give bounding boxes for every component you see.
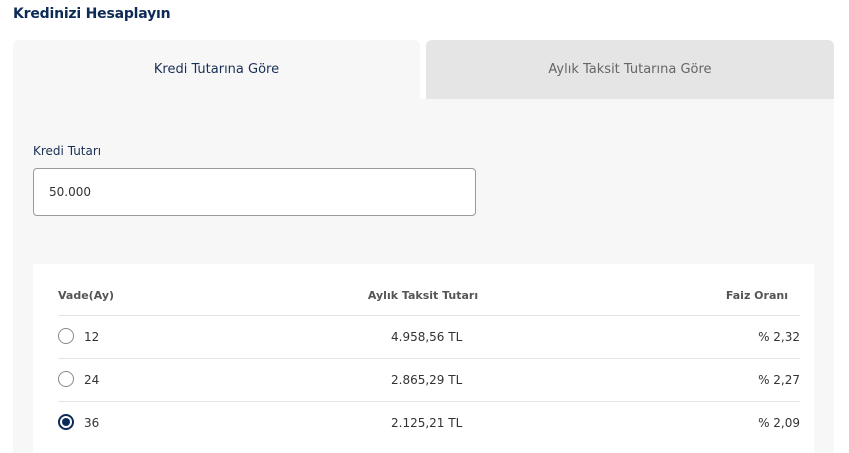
- interest-rate-value: % 2,09: [758, 416, 800, 430]
- tab-by-loan-amount[interactable]: Kredi Tutarına Göre: [13, 40, 420, 99]
- monthly-installment-value: 2.865,29 TL: [391, 373, 463, 387]
- tab-by-monthly-installment[interactable]: Aylık Taksit Tutarına Göre: [426, 40, 834, 99]
- calculator-panel: Kredi Tutarı Vade(Ay) Aylık Taksit Tutar…: [13, 99, 834, 453]
- monthly-installment-value: 2.125,21 TL: [391, 416, 463, 430]
- table-row[interactable]: 36 2.125,21 TL % 2,09: [58, 401, 800, 444]
- monthly-installment-value: 4.958,56 TL: [391, 330, 463, 344]
- page-title: Kredinizi Hesaplayın: [13, 6, 171, 22]
- installment-table: Vade(Ay) Aylık Taksit Tutarı Faiz Oranı …: [33, 264, 814, 453]
- term-radio-36[interactable]: [58, 414, 74, 430]
- table-row[interactable]: 12 4.958,56 TL % 2,32: [58, 315, 800, 358]
- term-radio-12[interactable]: [58, 328, 74, 344]
- loan-amount-label: Kredi Tutarı: [33, 144, 102, 158]
- term-value: 24: [84, 373, 100, 387]
- header-interest-rate: Faiz Oranı: [725, 289, 788, 302]
- header-monthly-installment: Aylık Taksit Tutarı: [367, 289, 479, 302]
- loan-amount-input[interactable]: [33, 168, 476, 216]
- term-value: 12: [84, 330, 100, 344]
- term-value: 36: [84, 416, 100, 430]
- interest-rate-value: % 2,32: [758, 330, 800, 344]
- calculator-tabs: Kredi Tutarına Göre Aylık Taksit Tutarın…: [13, 40, 834, 99]
- interest-rate-value: % 2,27: [758, 373, 800, 387]
- term-radio-24[interactable]: [58, 371, 74, 387]
- table-row[interactable]: 24 2.865,29 TL % 2,27: [58, 358, 800, 401]
